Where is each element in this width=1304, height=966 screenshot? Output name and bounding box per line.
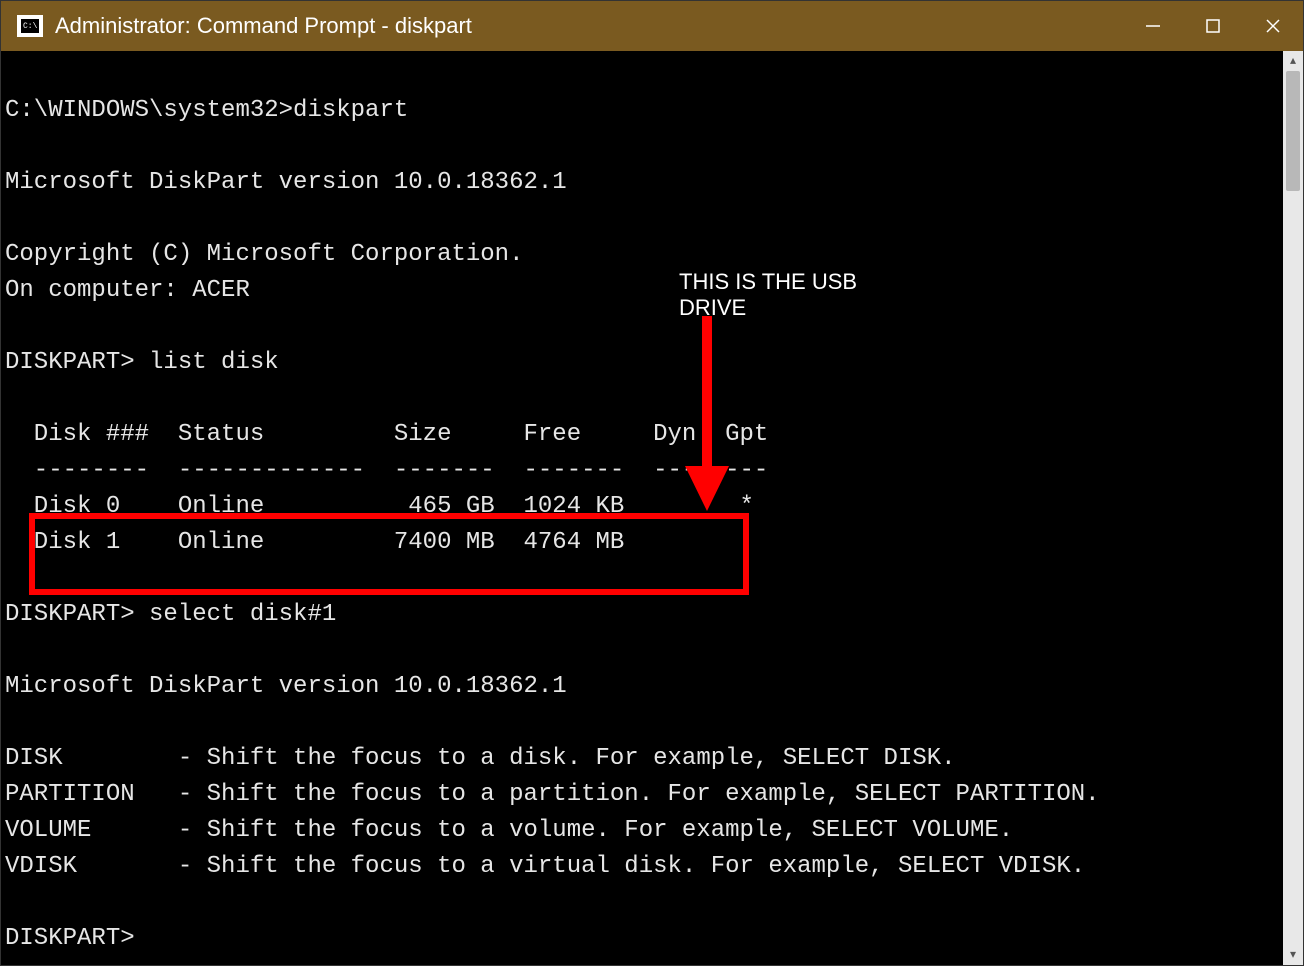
line-prompt: DISKPART>: [5, 925, 135, 952]
scroll-thumb[interactable]: [1286, 71, 1300, 191]
table-header: Disk ### Status Size Free Dyn Gpt: [5, 421, 768, 448]
window-title: Administrator: Command Prompt - diskpart: [55, 13, 1123, 39]
line-prompt-diskpart: C:\WINDOWS\system32>diskpart: [5, 97, 408, 124]
command-prompt-window: C:\ Administrator: Command Prompt - disk…: [0, 0, 1304, 966]
line-copyright: Copyright (C) Microsoft Corporation.: [5, 241, 523, 268]
terminal-area[interactable]: C:\WINDOWS\system32>diskpart Microsoft D…: [1, 51, 1303, 965]
maximize-icon: [1204, 17, 1222, 35]
maximize-button[interactable]: [1183, 1, 1243, 51]
window-controls: [1123, 1, 1303, 51]
minimize-button[interactable]: [1123, 1, 1183, 51]
table-row: Disk 1 Online 7400 MB 4764 MB: [5, 529, 624, 556]
line-computer: On computer: ACER: [5, 277, 250, 304]
scroll-down-icon[interactable]: ▾: [1283, 945, 1303, 965]
table-row: Disk 0 Online 465 GB 1024 KB *: [5, 493, 754, 520]
titlebar[interactable]: C:\ Administrator: Command Prompt - disk…: [1, 1, 1303, 51]
line-list-disk: DISKPART> list disk: [5, 349, 279, 376]
help-line-vdisk: VDISK - Shift the focus to a virtual dis…: [5, 853, 1085, 880]
cmd-icon: C:\: [17, 15, 43, 37]
terminal-output: C:\WINDOWS\system32>diskpart Microsoft D…: [5, 57, 1281, 965]
minimize-icon: [1144, 17, 1162, 35]
close-icon: [1264, 17, 1282, 35]
table-divider: -------- ------------- ------- ------- -…: [5, 457, 768, 484]
line-version: Microsoft DiskPart version 10.0.18362.1: [5, 673, 567, 700]
line-version: Microsoft DiskPart version 10.0.18362.1: [5, 169, 567, 196]
vertical-scrollbar[interactable]: ▴ ▾: [1283, 51, 1303, 965]
line-select-disk: DISKPART> select disk#1: [5, 601, 336, 628]
help-line-partition: PARTITION - Shift the focus to a partiti…: [5, 781, 1100, 808]
terminal-text: C:\WINDOWS\system32>diskpart Microsoft D…: [5, 93, 1281, 957]
help-line-volume: VOLUME - Shift the focus to a volume. Fo…: [5, 817, 1013, 844]
help-line-disk: DISK - Shift the focus to a disk. For ex…: [5, 745, 956, 772]
scroll-up-icon[interactable]: ▴: [1283, 51, 1303, 71]
